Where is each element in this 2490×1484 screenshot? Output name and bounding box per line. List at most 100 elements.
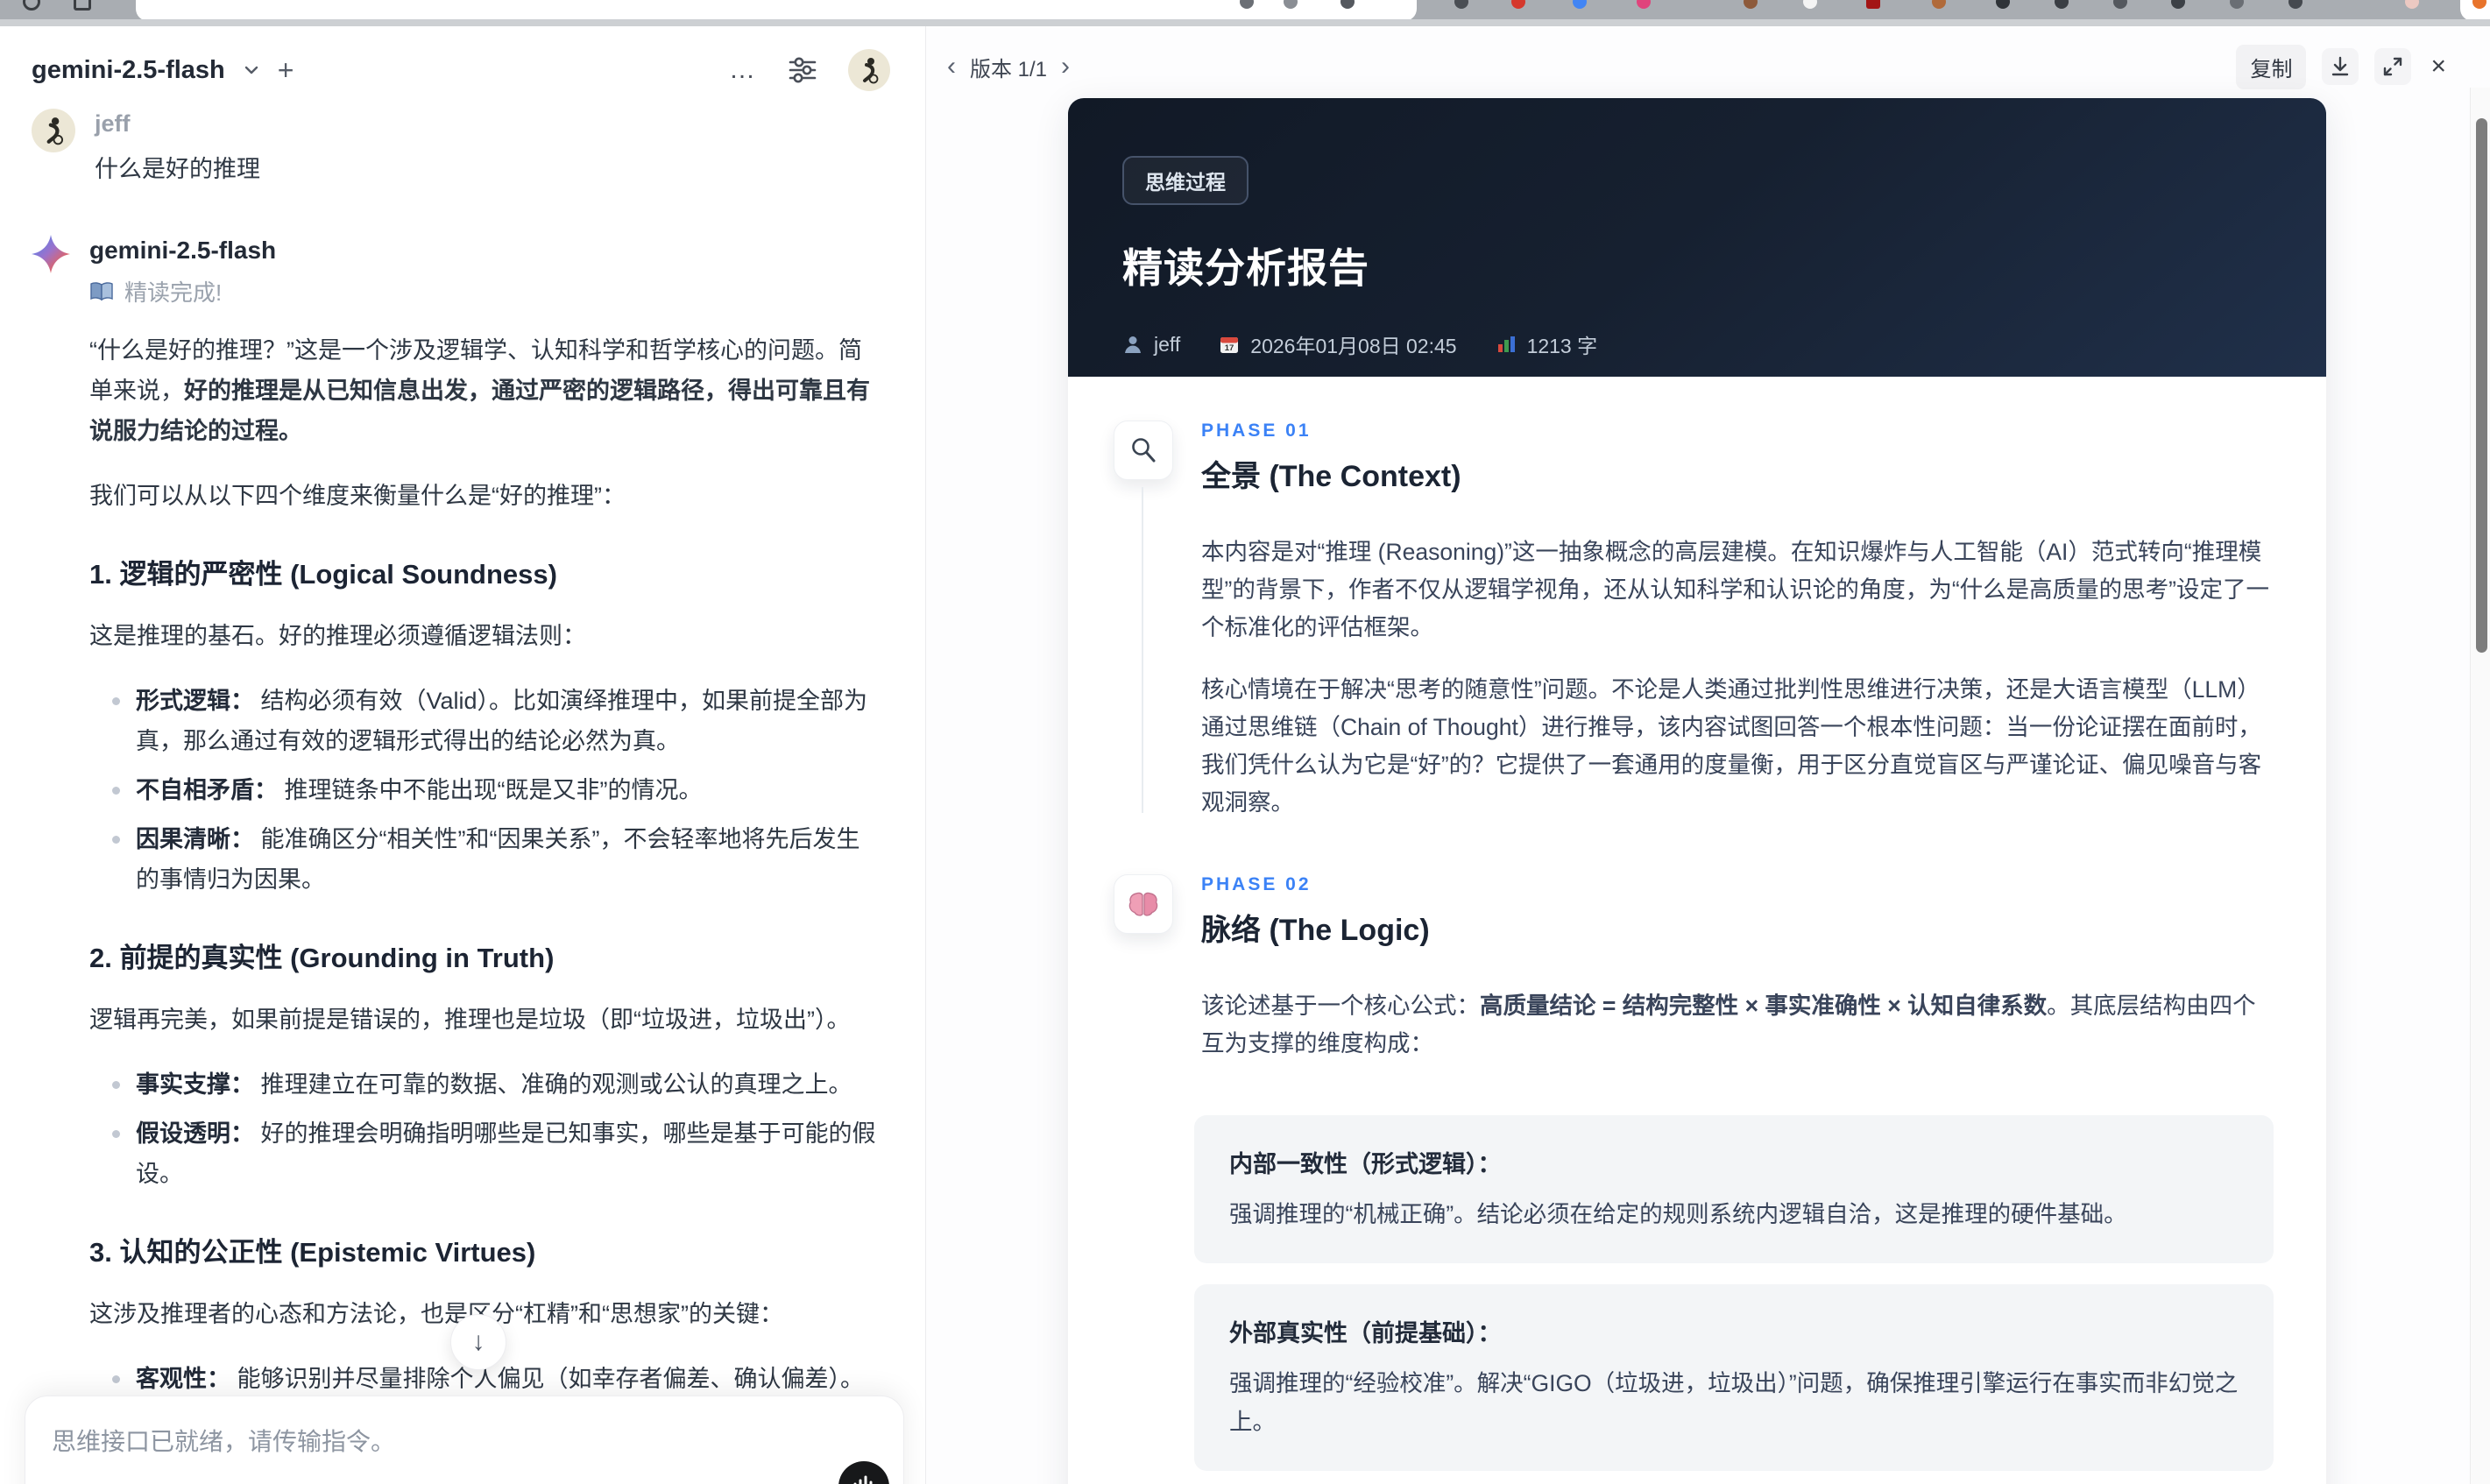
phase-title: 全景 (The Context) xyxy=(1201,460,1461,493)
browser-grid-icon[interactable] xyxy=(74,0,91,11)
scrollbar-thumb[interactable] xyxy=(2476,118,2487,653)
phase-2-icon-card xyxy=(1114,874,1173,934)
model-selector[interactable]: gemini-2.5-flash xyxy=(32,56,225,85)
logic-card: 内部一致性（形式逻辑）： 强调推理的“机械正确”。结论必须在给定的规则系统内逻辑… xyxy=(1194,1115,2274,1263)
paragraph: 这是推理的基石。好的推理必须遵循逻辑法则： xyxy=(89,623,586,649)
new-chat-button[interactable]: + xyxy=(278,56,294,84)
phase-title: 脉络 (The Logic) xyxy=(1201,914,1430,947)
browser-extension-icon[interactable] xyxy=(1744,0,1758,9)
assistant-status: 精读完成! xyxy=(89,275,885,307)
previous-version-button[interactable]: ‹ xyxy=(947,53,956,80)
bar-chart-icon xyxy=(1497,336,1515,352)
browser-extension-icon[interactable] xyxy=(1996,0,2010,9)
bullet-dot xyxy=(112,1375,120,1383)
list-item: 不自相矛盾： 推理链条中不能出现“既是又非”的情况。 xyxy=(89,770,882,810)
card-title: 内部一致性（形式逻辑）： xyxy=(1229,1151,1502,1177)
browser-extension-icon[interactable] xyxy=(1511,0,1525,9)
user-message-text: 什么是好的推理 xyxy=(95,156,260,182)
browser-extension-icon[interactable] xyxy=(1637,0,1651,9)
phase-1-icon-card xyxy=(1114,420,1173,480)
bullet-dot xyxy=(112,787,120,795)
card-title: 外部真实性（前提基础）： xyxy=(1229,1320,1502,1346)
next-version-button[interactable]: › xyxy=(1061,53,1070,80)
message-composer[interactable]: 思维接口已就绪，请传输指令。 + xyxy=(25,1396,904,1484)
chat-messages: jeff 什么是好的推理 gemini-2.5-flash 精读完成! “什么是… xyxy=(0,100,925,1484)
down-arrow-icon: ↓ xyxy=(471,1327,485,1356)
close-panel-button[interactable]: × xyxy=(2430,52,2446,81)
card-body: 强调推理的“经验校准”。解决“GIGO（垃圾进，垃圾出）”问题，确保推理引擎运行… xyxy=(1229,1370,2239,1435)
settings-sliders-icon[interactable] xyxy=(787,54,818,86)
download-button[interactable] xyxy=(2322,48,2359,85)
browser-avatar-icon[interactable] xyxy=(2405,0,2419,9)
section-heading: 1. 逻辑的严密性 (Logical Soundness) xyxy=(89,559,557,590)
timeline-line xyxy=(1142,487,1143,813)
assistant-name: gemini-2.5-flash xyxy=(89,237,277,264)
soccer-player-icon xyxy=(46,117,64,145)
bullet-dot xyxy=(112,836,120,844)
magnifier-icon xyxy=(1132,438,1156,463)
paragraph: 我们可以从以下四个维度来衡量什么是“好的推理”： xyxy=(89,483,626,509)
list-item: 事实支撑： 推理建立在可靠的数据、准确的观测或公认的真理之上。 xyxy=(89,1064,882,1105)
expand-icon xyxy=(2384,57,2402,76)
report-hero: 思维过程 精读分析报告 jeff 17 2026年01月08日 02:45 12… xyxy=(1068,98,2326,377)
version-nav: ‹ 版本 1/1 › xyxy=(947,52,1070,82)
user-name: jeff xyxy=(95,110,131,137)
section-heading: 2. 前提的真实性 (Grounding in Truth) xyxy=(89,943,555,973)
more-options-button[interactable]: … xyxy=(729,57,757,83)
browser-extension-icon[interactable] xyxy=(1454,0,1468,9)
browser-extension-icon[interactable] xyxy=(2113,0,2127,9)
status-text: 精读完成! xyxy=(124,279,223,306)
browser-tab[interactable] xyxy=(136,0,1417,21)
phase-2-section: PHASE 02 脉络 (The Logic) 该论述基于一个核心公式：高质量结… xyxy=(1068,874,2277,1484)
calendar-icon: 17 xyxy=(1220,337,1239,353)
paragraph: “什么是好的推理？”这是一个涉及逻辑学、认知科学和哲学核心的问题。简单来说，好的… xyxy=(89,337,870,444)
browser-extension-icon[interactable] xyxy=(2230,0,2244,9)
phase-label: PHASE 02 xyxy=(1201,874,1312,894)
download-icon xyxy=(2332,56,2349,76)
meta-author: jeff xyxy=(1122,333,1180,357)
chat-header: gemini-2.5-flash + … xyxy=(0,26,925,100)
waveform-icon xyxy=(853,1475,873,1484)
phase-label: PHASE 01 xyxy=(1201,420,1312,441)
browser-extension-icon[interactable] xyxy=(2288,0,2303,9)
browser-topbar xyxy=(0,0,2490,26)
browser-extension-icon[interactable] xyxy=(1932,0,1946,9)
section-heading: 3. 认知的公正性 (Epistemic Virtues) xyxy=(89,1237,536,1268)
composer-placeholder: 思维接口已就绪，请传输指令。 xyxy=(52,1428,396,1455)
list-item: 因果清晰： 能准确区分“相关性”和“因果关系”，不会轻率地将先后发生的事情归为因… xyxy=(89,819,882,900)
paragraph: 逻辑再完美，如果前提是错误的，推理也是垃圾（即“垃圾进，垃圾出”）。 xyxy=(89,1007,851,1033)
report-meta: jeff 17 2026年01月08日 02:45 1213 字 xyxy=(1122,329,2272,359)
browser-profile-icon[interactable] xyxy=(23,0,40,11)
browser-extension-icon[interactable] xyxy=(1803,0,1817,9)
browser-extension-icon[interactable] xyxy=(1573,0,1587,9)
phase-paragraph: 核心情境在于解决“思考的随意性”问题。不论是人类通过批判性思维进行决策，还是大语… xyxy=(1201,676,2262,816)
book-icon xyxy=(90,281,113,300)
browser-extension-icon[interactable] xyxy=(2055,0,2069,9)
browser-extension-icon[interactable] xyxy=(2171,0,2185,9)
browser-toolbar-band xyxy=(0,19,2490,26)
report-actions: 复制 × xyxy=(2236,44,2446,89)
fullscreen-button[interactable] xyxy=(2374,48,2412,85)
bullet-dot xyxy=(112,1081,120,1089)
scroll-to-bottom-button[interactable]: ↓ xyxy=(450,1314,506,1370)
bullet-dot xyxy=(112,697,120,705)
meta-date: 17 2026年01月08日 02:45 xyxy=(1219,329,1457,359)
assistant-message: gemini-2.5-flash 精读完成! “什么是好的推理？”这是一个涉及逻… xyxy=(32,233,885,1484)
chevron-down-icon[interactable] xyxy=(241,60,262,81)
phase-1-section: PHASE 01 全景 (The Context) 本内容是对“推理 (Reas… xyxy=(1068,420,2277,822)
chat-pane: gemini-2.5-flash + … jeff 什么是好的推理 gemini… xyxy=(0,26,926,1484)
scrollbar-track[interactable] xyxy=(2470,88,2490,1484)
copy-button[interactable]: 复制 xyxy=(2236,44,2307,89)
card-body: 强调推理的“机械正确”。结论必须在给定的规则系统内逻辑自洽，这是推理的硬件基础。 xyxy=(1229,1201,2127,1227)
voice-input-button[interactable] xyxy=(838,1461,889,1484)
assistant-body: “什么是好的推理？”这是一个涉及逻辑学、认知科学和哲学核心的问题。简单来说，好的… xyxy=(89,330,882,1484)
report-header: ‹ 版本 1/1 › 复制 × xyxy=(926,26,2490,89)
svg-text:17: 17 xyxy=(1225,343,1234,353)
user-message: jeff 什么是好的推理 xyxy=(32,109,885,184)
hero-badge: 思维过程 xyxy=(1122,156,1249,205)
user-avatar[interactable] xyxy=(848,49,890,91)
browser-extension-icon[interactable] xyxy=(1866,0,1880,9)
soccer-player-icon xyxy=(863,58,879,84)
version-label: 版本 1/1 xyxy=(970,57,1048,81)
report-card: 思维过程 精读分析报告 jeff 17 2026年01月08日 02:45 12… xyxy=(1068,98,2326,1484)
